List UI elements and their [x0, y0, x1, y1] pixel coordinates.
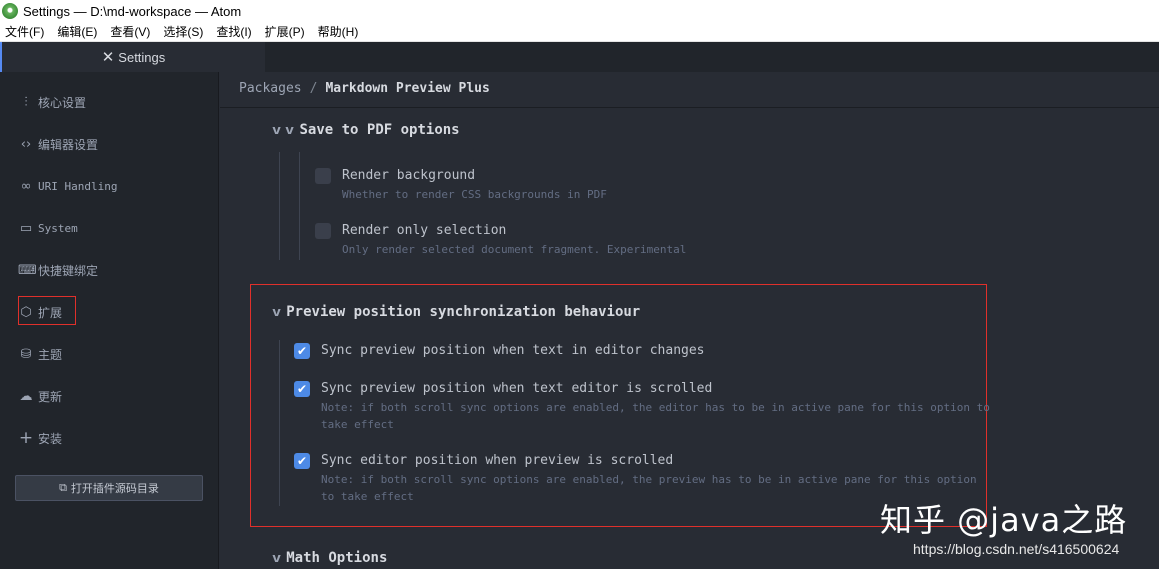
- open-package-folder-button[interactable]: ⧉ 打开插件源码目录: [15, 475, 203, 501]
- sidebar-item-label: 核心设置: [38, 95, 87, 110]
- chevron-down-icon: v: [271, 551, 282, 565]
- sidebar-item-themes[interactable]: ⛁ 主题: [18, 344, 62, 364]
- menu-file[interactable]: 文件(F): [5, 23, 44, 40]
- option-label: Render background: [342, 168, 476, 183]
- sidebar-item-label: 主题: [38, 347, 63, 362]
- sidebar-item-core[interactable]: ⫶ 核心设置: [18, 92, 86, 112]
- option-description: Note: if both scroll sync options are en…: [321, 473, 977, 503]
- option-sync-editor-on-preview-scroll: ✔ Sync editor position when preview is s…: [294, 453, 977, 505]
- option-description: Note: if both scroll sync options are en…: [321, 401, 990, 431]
- option-render-only-selection: Render only selection Only render select…: [315, 223, 686, 258]
- section-sync-title: Preview position synchronization behavio…: [286, 304, 641, 320]
- atom-app-icon: [2, 3, 18, 19]
- code-icon: ‹›: [20, 136, 32, 152]
- menu-view[interactable]: 查看(V): [110, 23, 150, 40]
- menu-selection[interactable]: 选择(S): [163, 23, 203, 40]
- sidebar-item-label: System: [38, 221, 78, 235]
- sliders-icon: ⫶: [24, 94, 28, 110]
- breadcrumb: Packages / Markdown Preview Plus: [239, 81, 490, 96]
- sync-editor-on-scroll-checkbox[interactable]: ✔: [294, 453, 310, 469]
- render-background-checkbox[interactable]: [315, 168, 331, 184]
- open-package-folder-label: 打开插件源码目录: [70, 482, 159, 495]
- section-divider-line: [299, 152, 300, 260]
- packages-highlight-box: [18, 296, 76, 325]
- section-divider-line: [279, 152, 280, 260]
- sidebar-item-label: 快捷键绑定: [38, 263, 99, 278]
- paintcan-icon: ⛁: [20, 346, 32, 362]
- menu-help[interactable]: 帮助(H): [318, 23, 359, 40]
- sidebar-item-install[interactable]: + 安装: [18, 428, 62, 448]
- breadcrumb-divider: [220, 107, 1159, 108]
- tools-icon: ✕: [101, 49, 115, 66]
- section-sync-header[interactable]: v Preview position synchronization behav…: [271, 304, 641, 320]
- breadcrumb-separator: /: [309, 81, 318, 96]
- chevron-down-icon: v: [271, 305, 282, 319]
- sidebar-item-editor[interactable]: ‹› 编辑器设置: [18, 134, 98, 154]
- cloud-download-icon: ☁: [19, 388, 33, 404]
- external-link-icon: ⧉: [59, 481, 67, 494]
- tab-settings[interactable]: ✕ Settings: [0, 42, 265, 72]
- sidebar-item-system[interactable]: ▭ System: [18, 218, 78, 238]
- tab-bar: ✕ Settings: [0, 42, 1159, 72]
- menu-edit[interactable]: 编辑(E): [57, 23, 97, 40]
- chevron-down-icon: v: [285, 123, 295, 137]
- section-pdf-header[interactable]: v v Save to PDF options: [271, 122, 460, 138]
- link-icon: ∞: [20, 178, 32, 194]
- sidebar-item-label: 安装: [38, 431, 63, 446]
- source-url-watermark: https://blog.csdn.net/s416500624: [913, 541, 1120, 557]
- option-label: Sync preview position when text in edito…: [321, 343, 705, 358]
- option-description: Whether to render CSS backgrounds in PDF: [342, 188, 607, 201]
- menu-find[interactable]: 查找(I): [216, 23, 251, 40]
- option-label: Sync editor position when preview is scr…: [321, 453, 674, 468]
- breadcrumb-current: Markdown Preview Plus: [325, 81, 490, 96]
- window-title: Settings — D:\md-workspace — Atom: [23, 3, 242, 19]
- sidebar-item-label: 更新: [38, 389, 63, 404]
- keyboard-icon: ⌨: [18, 262, 37, 278]
- window-titlebar: Settings — D:\md-workspace — Atom: [0, 0, 1159, 22]
- sidebar-item-updates[interactable]: ☁ 更新: [18, 386, 63, 406]
- settings-sidebar: ⫶ 核心设置 ‹› 编辑器设置 ∞ URI Handling ▭ System …: [0, 72, 219, 569]
- section-math-title: Math Options: [286, 550, 388, 566]
- option-sync-preview-on-editor-scroll: ✔ Sync preview position when text editor…: [294, 381, 990, 433]
- sidebar-item-label: URI Handling: [38, 179, 118, 193]
- section-math-header[interactable]: v Math Options: [271, 550, 388, 566]
- chevron-down-icon: v: [271, 123, 282, 137]
- zhihu-watermark: 知乎 @java之路: [880, 501, 1128, 539]
- monitor-icon: ▭: [19, 220, 33, 236]
- sync-on-change-checkbox[interactable]: ✔: [294, 343, 310, 359]
- menu-bar: 文件(F) 编辑(E) 查看(V) 选择(S) 查找(I) 扩展(P) 帮助(H…: [0, 22, 1159, 42]
- plus-icon: +: [18, 428, 34, 448]
- sync-preview-on-scroll-checkbox[interactable]: ✔: [294, 381, 310, 397]
- option-label: Render only selection: [342, 223, 507, 238]
- option-render-background: Render background Whether to render CSS …: [315, 168, 607, 203]
- sidebar-item-label: 编辑器设置: [38, 137, 99, 152]
- sidebar-item-keybindings[interactable]: ⌨ 快捷键绑定: [18, 260, 98, 280]
- section-divider-line: [279, 340, 280, 506]
- section-pdf-title: Save to PDF options: [299, 122, 460, 138]
- tab-settings-label: Settings: [118, 49, 166, 65]
- option-label: Sync preview position when text editor i…: [321, 381, 713, 396]
- render-only-selection-checkbox[interactable]: [315, 223, 331, 239]
- option-description: Only render selected document fragment. …: [342, 243, 687, 256]
- menu-packages[interactable]: 扩展(P): [265, 23, 305, 40]
- breadcrumb-packages[interactable]: Packages: [239, 81, 302, 96]
- option-sync-on-change: ✔ Sync preview position when text in edi…: [294, 343, 705, 359]
- sidebar-item-uri-handling[interactable]: ∞ URI Handling: [18, 176, 118, 196]
